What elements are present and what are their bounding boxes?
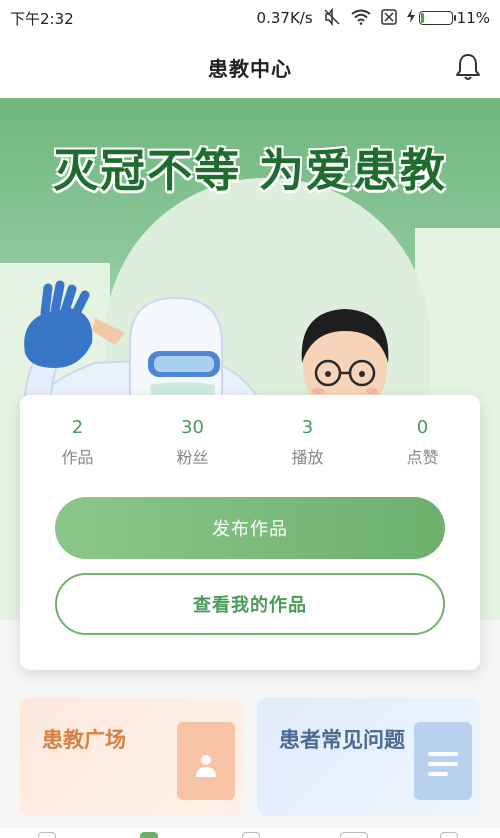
stat-label: 粉丝 [176, 448, 209, 467]
profile-tab-icon[interactable] [440, 832, 458, 838]
tile-decoration [414, 722, 472, 800]
bell-icon[interactable] [454, 52, 482, 82]
battery-icon [418, 11, 456, 25]
stat-value: 2 [71, 417, 84, 438]
stat-value: 30 [181, 417, 204, 438]
network-speed: 0.37K/s [256, 8, 313, 27]
stat-label: 点赞 [406, 448, 439, 467]
wifi-icon [351, 9, 371, 28]
patient-education-square-tile[interactable]: 患教广场 [20, 698, 243, 816]
bottom-tab-bar [0, 828, 500, 838]
stat-plays[interactable]: 3 播放 [250, 417, 365, 468]
tile-decoration [177, 722, 235, 800]
stat-label: 播放 [291, 448, 324, 467]
stat-value: 3 [301, 417, 314, 438]
education-tab-icon[interactable] [140, 832, 158, 838]
publish-button[interactable]: 发布作品 [55, 497, 445, 559]
battery-percent: 11% [456, 9, 490, 27]
status-time: 下午2:32 [10, 9, 74, 28]
stat-value: 0 [416, 417, 429, 438]
mute-icon [323, 7, 341, 29]
message-tab-icon[interactable] [340, 832, 368, 838]
status-bar: 下午2:32 0.37K/s 11% [0, 0, 500, 36]
nav-bar: 患教中心 [0, 36, 500, 98]
hero-slogan: 灭冠不等 为爱患教 [53, 144, 447, 197]
charging-icon [406, 9, 415, 27]
view-my-works-button[interactable]: 查看我的作品 [55, 573, 445, 635]
stat-fans[interactable]: 30 粉丝 [135, 417, 250, 468]
page-title: 患教中心 [208, 56, 292, 81]
person-icon [191, 750, 221, 784]
document-lines-icon [428, 750, 462, 784]
sim-off-icon [380, 8, 397, 28]
stat-works[interactable]: 2 作品 [20, 417, 135, 468]
stat-label: 作品 [61, 448, 94, 467]
community-tab-icon[interactable] [242, 832, 260, 838]
home-tab-icon[interactable] [38, 832, 56, 838]
tile-label: 患教广场 [42, 728, 126, 752]
stats-row: 2 作品 30 粉丝 3 播放 0 点赞 [20, 417, 480, 468]
tile-label: 患者常见问题 [279, 728, 405, 752]
stats-card: 2 作品 30 粉丝 3 播放 0 点赞 发布作品 查看我的作品 [20, 395, 480, 670]
stat-likes[interactable]: 0 点赞 [365, 417, 480, 468]
battery-indicator: 11% [406, 9, 490, 27]
patient-faq-tile[interactable]: 患者常见问题 [257, 698, 480, 816]
